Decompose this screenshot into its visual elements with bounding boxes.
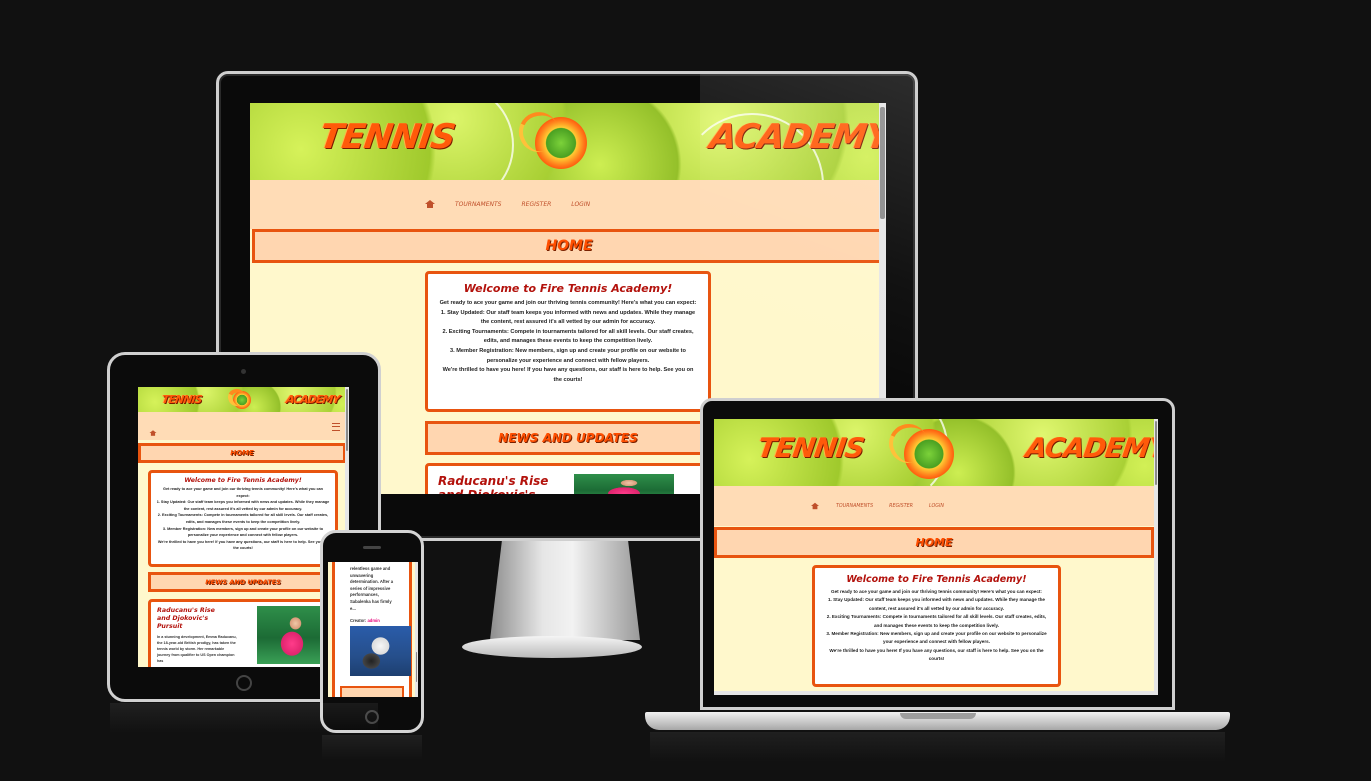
welcome-item-2: 2. Exciting Tournaments: Compete in tour… xyxy=(442,328,694,345)
welcome-item-3: 3. Member Registration: New members, sig… xyxy=(450,347,686,364)
laptop-welcome-outro: We're thrilled to have you here! If you … xyxy=(829,647,1044,662)
tablet-welcome-intro: Get ready to ace your game and join our … xyxy=(163,487,323,498)
home-icon[interactable] xyxy=(811,502,819,510)
laptop-welcome-item-1: 1. Stay Updated: Our staff team keeps yo… xyxy=(828,597,1045,611)
laptop-banner: TENNIS ACADEMY xyxy=(714,419,1158,486)
news-heading: NEWS AND UPDATES xyxy=(425,421,711,455)
laptop-welcome-card: Welcome to Fire Tennis Academy! Get read… xyxy=(812,565,1061,687)
laptop-nav-login[interactable]: LOGIN xyxy=(929,504,944,509)
tablet-welcome-title: Welcome to Fire Tennis Academy! xyxy=(184,477,302,484)
nav-tournaments[interactable]: TOURNAMENTS xyxy=(455,201,501,208)
welcome-card: Welcome to Fire Tennis Academy! Get read… xyxy=(425,271,711,412)
tablet-brand-tennis: TENNIS xyxy=(161,393,203,406)
news-title[interactable]: Raducanu's Rise and Djokovic's Pursuit xyxy=(438,474,558,494)
laptop-reflection xyxy=(650,732,1225,762)
laptop-welcome-item-3: 3. Member Registration: New members, sig… xyxy=(826,631,1047,645)
laptop-welcome-intro: Get ready to ace your game and join our … xyxy=(831,589,1042,594)
welcome-title: Welcome to Fire Tennis Academy! xyxy=(463,282,673,295)
welcome-intro: Get ready to ace your game and join our … xyxy=(439,300,697,306)
welcome-outro: We're thrilled to have you here! If you … xyxy=(442,367,694,383)
hamburger-menu-icon[interactable] xyxy=(332,423,340,431)
news-card[interactable]: Raducanu's Rise and Djokovic's Pursuit xyxy=(425,463,711,494)
phone-scrollbar[interactable] xyxy=(415,562,418,697)
phone-news-photo xyxy=(350,626,411,676)
tablet-welcome-item-2: 2. Exciting Tournaments: Compete in tour… xyxy=(157,513,329,524)
laptop-h-scrollbar[interactable] xyxy=(714,691,1154,695)
fire-tennis-logo xyxy=(535,117,587,169)
tablet-news-card[interactable]: Raducanu's Rise and Djokovic's Pursuit I… xyxy=(148,599,338,667)
monitor-stand-base xyxy=(462,636,642,658)
tablet-brand-academy: ACADEMY xyxy=(285,393,341,406)
tablet-welcome-item-1: 1. Stay Updated: Our staff team keeps yo… xyxy=(156,500,330,511)
home-icon[interactable] xyxy=(149,430,157,436)
news-photo xyxy=(574,474,674,494)
tablet-navbar xyxy=(138,412,349,440)
creator-name[interactable]: admin xyxy=(367,618,379,623)
phone-reflection xyxy=(322,735,422,760)
welcome-item-1: 1. Stay Updated: Our staff team keeps yo… xyxy=(440,309,696,326)
tablet-welcome-item-3: 3. Member Registration: New members, sig… xyxy=(162,526,324,538)
tablet-news-photo xyxy=(257,606,327,664)
nav-register[interactable]: REGISTER xyxy=(521,201,551,208)
laptop-welcome-title: Welcome to Fire Tennis Academy! xyxy=(846,574,1027,585)
monitor-stand xyxy=(490,540,640,640)
laptop-welcome-item-2: 2. Exciting Tournaments: Compete in tour… xyxy=(826,614,1047,628)
laptop-logo xyxy=(904,429,954,479)
laptop-navbar: TOURNAMENTS REGISTER LOGIN xyxy=(714,486,1158,526)
laptop-home-heading: HOME xyxy=(714,527,1154,558)
creator-label: Creator: xyxy=(350,618,367,623)
tablet-screen: TENNIS ACADEMY HOME Welcome to Fire Tenn… xyxy=(138,387,349,667)
tablet-home-heading: HOME xyxy=(138,443,346,463)
laptop-brand-academy: ACADEMY xyxy=(1023,433,1158,464)
phone-speaker xyxy=(363,546,381,549)
laptop-nav-tournaments[interactable]: TOURNAMENTS xyxy=(836,504,873,509)
phone-screen: relentless game and unwavering determina… xyxy=(328,562,418,697)
tablet-home-button xyxy=(236,675,252,691)
tablet-news-excerpt: In a stunning development, Emma Raducanu… xyxy=(157,635,237,663)
tablet-logo xyxy=(233,391,251,409)
tablet-news-heading: NEWS AND UPDATES xyxy=(148,572,338,592)
home-icon[interactable] xyxy=(425,200,435,208)
tablet-welcome-card: Welcome to Fire Tennis Academy! Get read… xyxy=(148,470,338,567)
laptop-screen: TENNIS ACADEMY TOURNAMENTS REGISTER LOGI… xyxy=(714,419,1158,695)
laptop-nav-register[interactable]: REGISTER xyxy=(889,504,913,509)
tablet-reflection xyxy=(110,703,378,733)
tablet-camera xyxy=(241,369,246,374)
brand-tennis: TENNIS xyxy=(317,117,458,157)
laptop-scrollbar[interactable] xyxy=(1154,419,1158,695)
laptop-brand-tennis: TENNIS xyxy=(755,433,866,464)
nav-login[interactable]: LOGIN xyxy=(571,201,590,208)
tablet-news-title[interactable]: Raducanu's Rise and Djokovic's Pursuit xyxy=(157,607,227,631)
tablet-welcome-outro: We're thrilled to have you here! If you … xyxy=(157,539,329,551)
phone-news-excerpt: relentless game and unwavering determina… xyxy=(350,566,394,611)
laptop-notch xyxy=(900,713,976,719)
tablet-banner: TENNIS ACADEMY xyxy=(138,387,349,412)
